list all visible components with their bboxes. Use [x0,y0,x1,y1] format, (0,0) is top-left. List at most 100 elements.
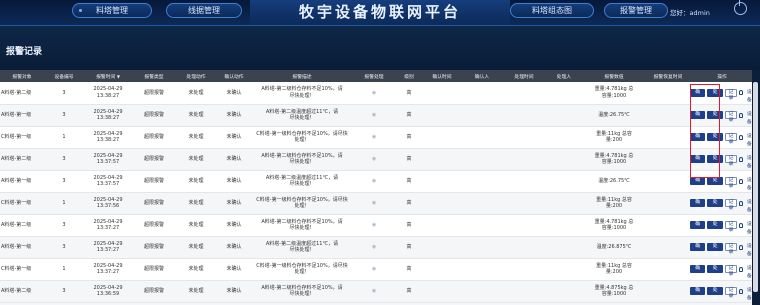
cell-ops: 确 认处 理记录设 备 [690,280,754,303]
user-greeting: 您好：admin [670,9,710,17]
confirm-button[interactable]: 确 认 [690,111,706,125]
table-row: A料塔-第二级 3 2025-04-29 13:36:59 超限报警 未处理 未确认 A料塔-… [0,280,754,303]
confirm-button[interactable]: 确 认 [690,199,706,213]
confirm-button[interactable]: 确 认 [690,88,706,103]
cell-confirm: 未确认 [216,236,252,259]
desc-line: 尽快处理！ [289,225,315,231]
confirm-button[interactable]: 确 认 [690,287,706,301]
cell-ops: 确 认处 理记录设 备 [690,148,754,171]
cell-handler [546,148,582,171]
col-header: 报警数值 [582,70,646,82]
col-header: 报警描述 [252,70,352,82]
record-button[interactable]: 记录 [724,287,738,299]
col-header-sortable[interactable]: 报警时间 ▼ [84,70,132,82]
bell-icon[interactable] [739,112,743,118]
cell-handler [546,236,582,259]
cell-level: 高 [396,192,422,215]
power-icon[interactable] [734,0,747,15]
cell-confirm: 未确认 [216,192,252,215]
scrollbar-thumb[interactable] [753,82,758,292]
cell-confirm-time [422,192,462,215]
cell-date: 2025-04-29 [93,284,123,291]
cell-confirm-time [422,104,462,127]
cell-handle-time [502,192,546,215]
col-header: 处理动作 [176,70,216,82]
handle-button[interactable]: 处 理 [707,243,723,257]
cell-handle: ◉ [352,170,396,193]
cell-object: A料塔-第二级 [0,214,44,237]
handle-button[interactable]: 处 理 [707,265,723,279]
col-header: 级别 [396,70,422,82]
handle-button[interactable]: 处 理 [707,155,723,169]
bell-icon[interactable] [739,178,743,184]
handle-button[interactable]: 处 理 [707,177,723,191]
col-header: 确认动作 [216,70,252,82]
value-line: 量:200 [605,137,623,143]
nav-label: 线据管理 [188,6,220,15]
desc-line: 尽快处理！ [289,291,315,297]
page-title: 报警记录 [6,47,43,57]
col-header: 报警恢复时间 [646,70,690,82]
bell-icon[interactable] [739,200,743,206]
desc-line: A料塔-第二级料仓存料不足10%，请 [261,218,343,225]
cell-recover-time [646,82,690,105]
cell-handle-time [502,148,546,171]
cell-clock: 13:37:57 [96,181,120,187]
bell-icon[interactable] [739,288,743,294]
cell-confirm-time [422,280,462,303]
desc-line: 处理！ [294,269,310,275]
record-button[interactable]: 记录 [724,221,738,233]
cell-time: 2025-04-29 13:37:57 [84,170,132,193]
record-button[interactable]: 记录 [724,243,738,255]
cell-date: 2025-04-29 [93,218,123,225]
cell-type: 超限报警 [132,192,176,215]
handle-button[interactable]: 处 理 [707,199,723,213]
record-button[interactable]: 记录 [724,199,738,211]
confirm-button[interactable]: 确 认 [690,265,706,279]
cell-value: 重量:11kg 总容 量:200 [582,258,646,281]
handle-button[interactable]: 处 理 [707,88,723,103]
cell-level: 高 [396,104,422,127]
record-button[interactable]: 记录 [724,88,738,101]
cell-value: 重量:11kg 总容 量:200 [582,192,646,215]
record-button[interactable]: 记录 [724,265,738,277]
bell-icon[interactable] [739,266,743,272]
cell-handle: ◉ [352,192,396,215]
nav-tower-diagram[interactable]: 料塔组态图 [510,3,594,18]
sort-icon[interactable]: ▼ [117,74,120,79]
bell-icon[interactable] [739,134,743,140]
nav-alarm-management[interactable]: 报警管理 [604,3,668,18]
cell-handle: ◉ [352,280,396,303]
confirm-button[interactable]: 确 认 [690,221,706,235]
bell-icon[interactable] [739,244,743,250]
nav-data-management[interactable]: 线据管理 [166,3,242,18]
confirm-button[interactable]: 确 认 [690,243,706,257]
handle-button[interactable]: 处 理 [707,287,723,301]
cell-confirm-time [422,82,462,105]
record-button[interactable]: 记录 [724,155,738,167]
desc-line: A料塔-第二级料仓存料不足10%，请 [261,86,343,93]
nav-tower-management[interactable]: 料塔管理 [72,3,152,18]
confirm-button[interactable]: 确 认 [690,177,706,191]
cell-desc: A料塔-第二级料仓存料不足10%，请 尽快处理！ [252,280,352,303]
cell-time: 2025-04-29 13:37:27 [84,258,132,281]
handle-button[interactable]: 处 理 [707,111,723,125]
signal-icon: ◉ [371,221,377,228]
record-button[interactable]: 记录 [724,133,738,145]
value-line: 温度:26.75℃ [598,111,630,118]
value-line: 重量:4.781kg 总 [594,218,634,225]
handle-button[interactable]: 处 理 [707,133,723,147]
cell-confirm: 未确认 [216,214,252,237]
confirm-button[interactable]: 确 认 [690,155,706,169]
bell-icon[interactable] [739,222,743,228]
bell-icon[interactable] [739,156,743,162]
handle-button[interactable]: 处 理 [707,221,723,235]
cell-confirm: 未确认 [216,126,252,149]
bell-icon[interactable] [739,90,743,96]
record-button[interactable]: 记录 [724,177,738,189]
cell-handle: ◉ [352,148,396,171]
cell-ops: 确 认处 理记录设 备 [690,192,754,215]
record-button[interactable]: 记录 [724,111,738,123]
signal-icon: ◉ [371,177,377,184]
confirm-button[interactable]: 确 认 [690,133,706,147]
